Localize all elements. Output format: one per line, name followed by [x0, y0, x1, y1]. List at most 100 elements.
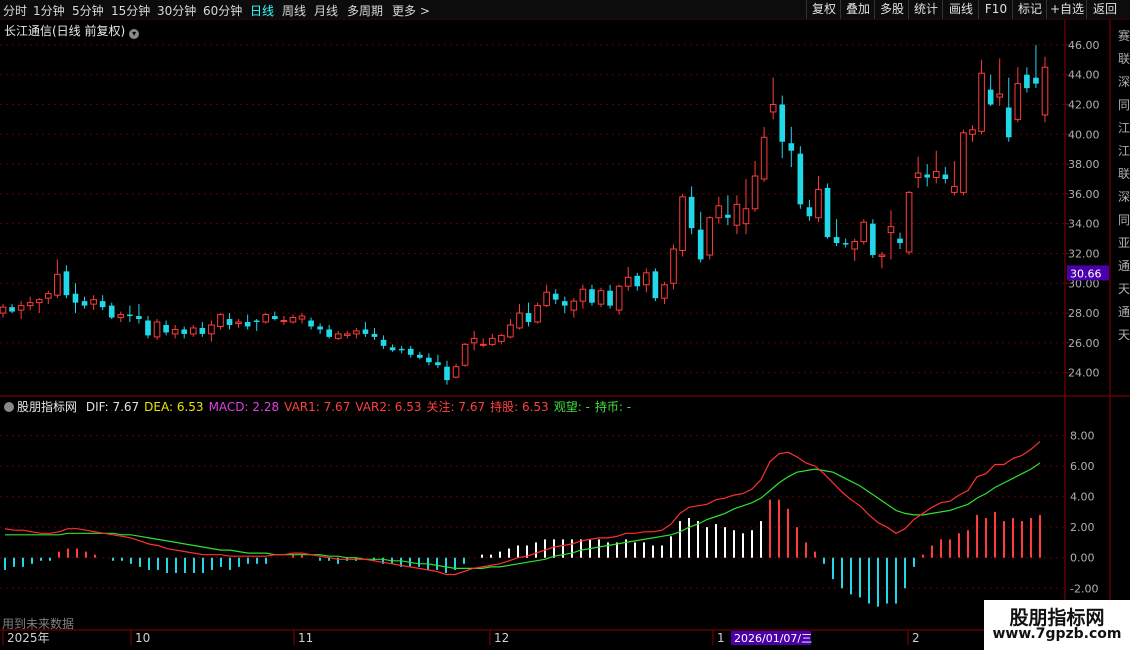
candle-body-up [470, 337, 478, 344]
candle-body-down [634, 275, 641, 287]
price-tick-label: 46.00 [1068, 39, 1100, 52]
macd-tick-label: 4.00 [1070, 491, 1095, 504]
candle-body-up [969, 129, 976, 135]
candle-body-down [136, 316, 142, 320]
candle-body-up [878, 254, 886, 257]
chart-canvas[interactable]: 24.0026.0028.0030.0032.0034.0036.0038.00… [0, 0, 1130, 650]
price-tick-label: 42.00 [1068, 99, 1100, 112]
candle-body-up [760, 136, 768, 180]
price-tick-label: 28.00 [1068, 307, 1100, 320]
candle-body-up [44, 293, 52, 299]
candle-body-down [81, 301, 88, 306]
candle-body-down [652, 271, 659, 299]
candle-body-down [897, 238, 903, 244]
candle-body-down [1033, 77, 1039, 84]
timeline-label: 2 [912, 631, 920, 645]
indicator-value-6: 持股: 6.53 [490, 400, 549, 414]
candle-body-down [326, 329, 333, 337]
indicator-value-5: 关注: 7.67 [426, 400, 486, 414]
candle-body-up [280, 320, 288, 323]
candle-body-up [298, 315, 306, 320]
candle-body-down [942, 174, 949, 179]
candle-body-up [715, 205, 723, 219]
candle-body-up [951, 185, 958, 193]
timeline-label: 1 [717, 631, 725, 645]
watermark: 股朋指标网 www.7gpzb.com [984, 600, 1130, 650]
candle-body-down [362, 329, 369, 334]
indicator-value-2: MACD: 2.28 [208, 400, 280, 414]
candle-body-down [308, 320, 314, 327]
candle-body-up [516, 312, 523, 329]
watermark-url: www.7gpzb.com [992, 626, 1122, 642]
candle-body-up [507, 324, 514, 338]
edge-char: 联 [1118, 167, 1130, 181]
candle-body-up [851, 241, 859, 250]
candle-body-down [435, 362, 441, 366]
indicator-value-3: VAR1: 7.67 [284, 400, 351, 414]
candle-body-up [661, 284, 668, 299]
candle-body-up [235, 321, 242, 324]
price-grid [0, 44, 1065, 589]
indicator-value-8: 持币: - [594, 400, 632, 414]
candle-body-up [996, 93, 1004, 98]
candle-body-down [145, 320, 151, 336]
candle-body-down [688, 196, 695, 229]
price-tick-label: 32.00 [1068, 247, 1100, 260]
candle-body-up [189, 327, 197, 335]
candle-body-down [63, 271, 70, 296]
candle-body-down [1005, 107, 1012, 138]
future-data-note: 用到未来数据 [2, 617, 75, 631]
candle-body-down [779, 104, 786, 142]
timeline-label: 11 [298, 631, 313, 645]
candle-body-up [815, 188, 822, 219]
candle-body-down [398, 348, 405, 351]
candle-body-down [99, 301, 106, 308]
candle-body-down [72, 293, 79, 303]
candle-body-up [1014, 83, 1022, 120]
edge-char: 同 [1118, 213, 1130, 227]
candle-body-down [371, 333, 378, 337]
candle-body-up [733, 203, 741, 226]
candle-body-down [824, 187, 831, 238]
candle-body-up [353, 330, 360, 335]
candle-body-up [905, 191, 913, 253]
current-price-value: 30.66 [1070, 267, 1102, 280]
indicator-dropdown-icon[interactable] [4, 402, 14, 412]
candle-body-down [9, 307, 15, 312]
candle-body-up [208, 324, 215, 335]
candle-body-up [978, 72, 985, 132]
price-tick-label: 34.00 [1068, 218, 1100, 231]
candle-body-up [479, 343, 487, 346]
candle-body-down [272, 316, 278, 320]
edge-char: 联 [1118, 52, 1130, 66]
candle-body-up [670, 248, 677, 284]
candle-body-up [54, 273, 61, 296]
candle-body-up [914, 172, 922, 179]
candle-body-up [153, 321, 161, 338]
candle-body-up [334, 333, 342, 339]
axes: 24.0026.0028.0030.0032.0034.0036.0038.00… [0, 20, 1130, 650]
candle-body-up [90, 299, 97, 305]
candle-body-up [932, 171, 940, 179]
candle-body-up [769, 104, 777, 113]
candle-body-up [742, 208, 750, 225]
candle-body-up [217, 314, 224, 327]
candle-body-up [615, 285, 623, 311]
candle-body-up [1041, 66, 1049, 116]
candle-body-down [253, 320, 260, 323]
candle-series [0, 44, 1049, 385]
candle-body-up [289, 317, 297, 323]
dea-line [5, 462, 1041, 569]
macd-tick-label: 8.00 [1070, 430, 1095, 443]
candle-body-down [163, 324, 169, 333]
candle-body-down [380, 339, 387, 346]
candle-body-down [181, 329, 188, 334]
candle-body-up [597, 290, 605, 305]
edge-char: 深 [1118, 75, 1130, 89]
stock-chart-app: 分时 1分钟 5分钟 15分钟 30分钟 60分钟 日线 周线 月线 多周期 更… [0, 0, 1130, 650]
candle-body-down [806, 207, 813, 217]
candle-body-up [17, 305, 25, 311]
candle-body-down [317, 326, 323, 330]
candle-body-up [887, 226, 895, 234]
candle-body-down [426, 357, 432, 363]
